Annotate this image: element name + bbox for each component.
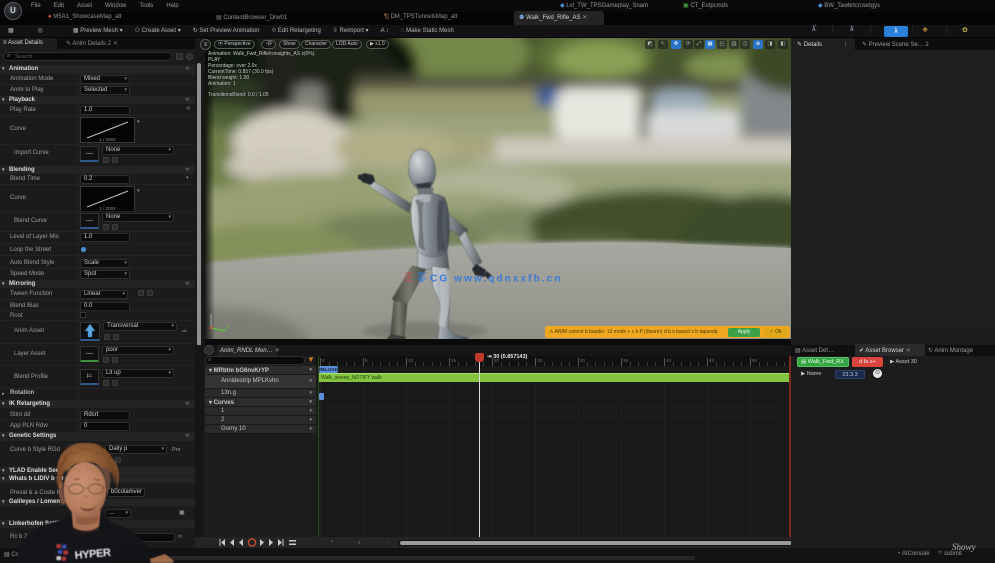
svg-text:y: y xyxy=(226,324,229,330)
svg-text:CG www.qdnxxfb.cn: CG www.qdnxxfb.cn xyxy=(430,274,563,285)
